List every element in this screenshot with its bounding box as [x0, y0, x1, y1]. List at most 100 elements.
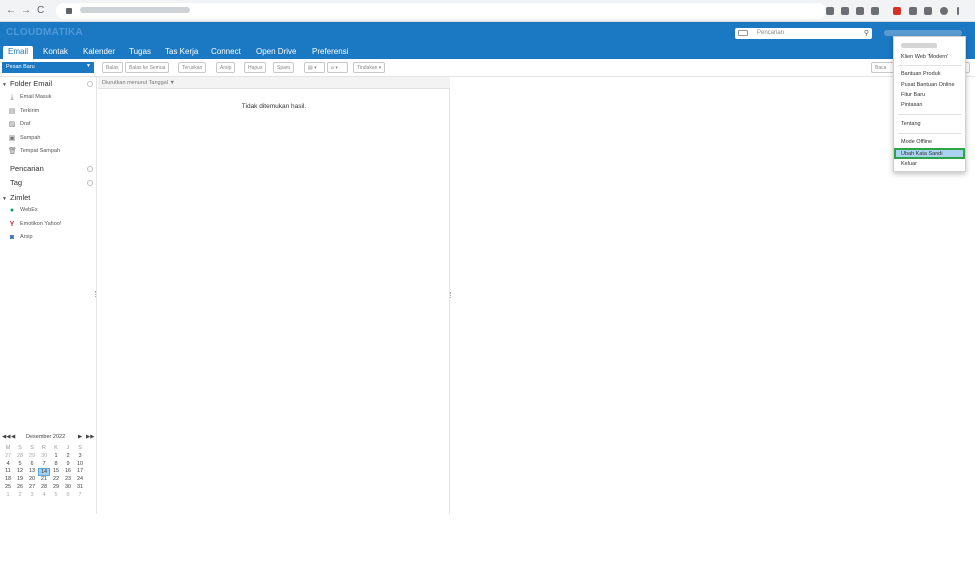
- calendar-day[interactable]: 28: [14, 453, 26, 461]
- prev-year-icon[interactable]: ◀◀: [2, 434, 10, 440]
- menu-item-about[interactable]: Tentang: [901, 121, 921, 127]
- archive-button[interactable]: Arsip: [216, 62, 236, 73]
- menu-item-modern-client[interactable]: Klien Web 'Modern': [901, 54, 948, 60]
- calendar-day[interactable]: 31: [74, 484, 86, 492]
- calendar-day[interactable]: 30: [62, 484, 74, 492]
- calendar-day[interactable]: 17: [74, 468, 86, 476]
- forward-button[interactable]: Teruskan: [178, 62, 207, 73]
- search-input[interactable]: Pencarian ⚲: [735, 28, 872, 39]
- tab-preferensi[interactable]: Preferensi: [307, 46, 353, 59]
- address-bar[interactable]: [56, 3, 826, 19]
- searches-section[interactable]: Pencarian: [10, 164, 44, 173]
- calendar-day[interactable]: 18: [2, 476, 14, 484]
- folder-junk[interactable]: ▣ Sampah: [8, 135, 41, 142]
- calendar-day[interactable]: 29: [26, 453, 38, 461]
- tab-email[interactable]: Email: [3, 46, 34, 59]
- calendar-day[interactable]: 1: [50, 453, 62, 461]
- sidebar-panel-icon[interactable]: [924, 7, 932, 15]
- calendar-day[interactable]: 4: [2, 461, 14, 469]
- menu-item-logout[interactable]: Keluar: [901, 161, 917, 167]
- menu-item-change-password[interactable]: Ubah Kata Sandi: [894, 148, 965, 159]
- calendar-day[interactable]: 5: [50, 492, 62, 500]
- menu-item-product-help[interactable]: Bantuan Produk: [901, 71, 940, 77]
- new-message-button[interactable]: Pesan Baru ▼: [2, 62, 94, 73]
- share-icon[interactable]: [856, 7, 864, 15]
- folder-inbox[interactable]: ⤓ Email Masuk: [8, 94, 51, 101]
- tags-settings-icon[interactable]: [87, 180, 93, 186]
- tab-connect[interactable]: Connect: [206, 46, 246, 59]
- forward-icon[interactable]: →: [21, 5, 31, 16]
- search-icon[interactable]: ⚲: [864, 29, 869, 37]
- profile-avatar-icon[interactable]: [940, 7, 948, 15]
- calendar-day[interactable]: 30: [38, 453, 50, 461]
- menu-item-online-help[interactable]: Pusat Bantuan Online: [901, 82, 955, 88]
- bookmark-star-icon[interactable]: [871, 7, 879, 15]
- calendar-day[interactable]: 16: [62, 468, 74, 476]
- calendar-day[interactable]: 9: [62, 461, 74, 469]
- tag-menu-icon[interactable]: ⌀ ▾: [327, 62, 348, 73]
- calendar-day[interactable]: 24: [74, 476, 86, 484]
- calendar-day[interactable]: 13: [26, 468, 38, 476]
- extension-icon[interactable]: [826, 7, 834, 15]
- calendar-day[interactable]: 29: [50, 484, 62, 492]
- calendar-day[interactable]: 20: [26, 476, 38, 484]
- print-menu-icon[interactable]: ▤ ▾: [304, 62, 325, 73]
- tab-kalender[interactable]: Kalender: [78, 46, 120, 59]
- folders-settings-icon[interactable]: [87, 81, 93, 87]
- calendar-day[interactable]: 5: [14, 461, 26, 469]
- calendar-day[interactable]: 15: [50, 468, 62, 476]
- calendar-day[interactable]: 2: [62, 453, 74, 461]
- zimlets-section[interactable]: ▼ Zimlet: [2, 193, 30, 202]
- calendar-day[interactable]: 27: [2, 453, 14, 461]
- calendar-day[interactable]: 1: [2, 492, 14, 500]
- tab-open-drive[interactable]: Open Drive: [251, 46, 301, 59]
- calendar-day[interactable]: 6: [62, 492, 74, 500]
- delete-button[interactable]: Hapus: [244, 62, 267, 73]
- calendar-day[interactable]: 12: [14, 468, 26, 476]
- folders-section[interactable]: ▼ Folder Email: [2, 79, 52, 88]
- calendar-day[interactable]: 8: [50, 461, 62, 469]
- calendar-day[interactable]: 11: [2, 468, 14, 476]
- calendar-day[interactable]: 3: [74, 453, 86, 461]
- back-icon[interactable]: ←: [6, 5, 16, 16]
- extension-icon[interactable]: [841, 7, 849, 15]
- calendar-day[interactable]: 14: [38, 468, 50, 477]
- searches-settings-icon[interactable]: [87, 166, 93, 172]
- expand-arrow-icon[interactable]: ▼: [2, 196, 7, 202]
- reply-all-button[interactable]: Balas ke Semua: [125, 62, 170, 73]
- sidebar-resize-handle[interactable]: [95, 291, 97, 297]
- zimlet-yahoo-emoticons[interactable]: Y Emotikon Yahoo!: [8, 221, 62, 228]
- next-year-icon[interactable]: ▶▶: [86, 434, 94, 440]
- next-month-icon[interactable]: ▶: [78, 434, 82, 440]
- calendar-month-label[interactable]: Desember 2022: [26, 434, 65, 440]
- extension-icon[interactable]: [893, 7, 901, 15]
- calendar-day[interactable]: 25: [2, 484, 14, 492]
- calendar-day[interactable]: 4: [38, 492, 50, 500]
- folder-sent[interactable]: ▤ Terkirim: [8, 108, 40, 115]
- calendar-day[interactable]: 3: [26, 492, 38, 500]
- tab-kontak[interactable]: Kontak: [38, 46, 73, 59]
- prev-month-icon[interactable]: ◀: [11, 434, 15, 440]
- expand-arrow-icon[interactable]: ▼: [2, 82, 7, 88]
- menu-item-offline-mode[interactable]: Mode Offline: [901, 139, 932, 145]
- calendar-day[interactable]: 27: [26, 484, 38, 492]
- actions-button[interactable]: Tindakan ▾: [353, 62, 386, 73]
- calendar-day[interactable]: 22: [50, 476, 62, 484]
- reload-icon[interactable]: C: [37, 5, 44, 16]
- pane-resize-handle[interactable]: [450, 292, 452, 298]
- spam-button[interactable]: Spam: [273, 62, 295, 73]
- extension-icon[interactable]: [909, 7, 917, 15]
- calendar-day[interactable]: 2: [14, 492, 26, 500]
- chevron-down-icon[interactable]: ▼: [86, 63, 91, 69]
- calendar-day[interactable]: 21: [38, 476, 50, 484]
- search-scope-icon[interactable]: [738, 30, 748, 36]
- calendar-day[interactable]: 7: [38, 461, 50, 469]
- zimlet-webex[interactable]: ● WebEx: [8, 207, 38, 214]
- calendar-day[interactable]: 10: [74, 461, 86, 469]
- zimlet-archive[interactable]: ◙ Arsip: [8, 234, 33, 241]
- calendar-day[interactable]: 23: [62, 476, 74, 484]
- sort-header[interactable]: Diurutkan menurut Tanggal ▼: [98, 77, 450, 89]
- tab-tas-kerja[interactable]: Tas Kerja: [160, 46, 203, 59]
- calendar-day[interactable]: 6: [26, 461, 38, 469]
- reply-button[interactable]: Balas: [102, 62, 123, 73]
